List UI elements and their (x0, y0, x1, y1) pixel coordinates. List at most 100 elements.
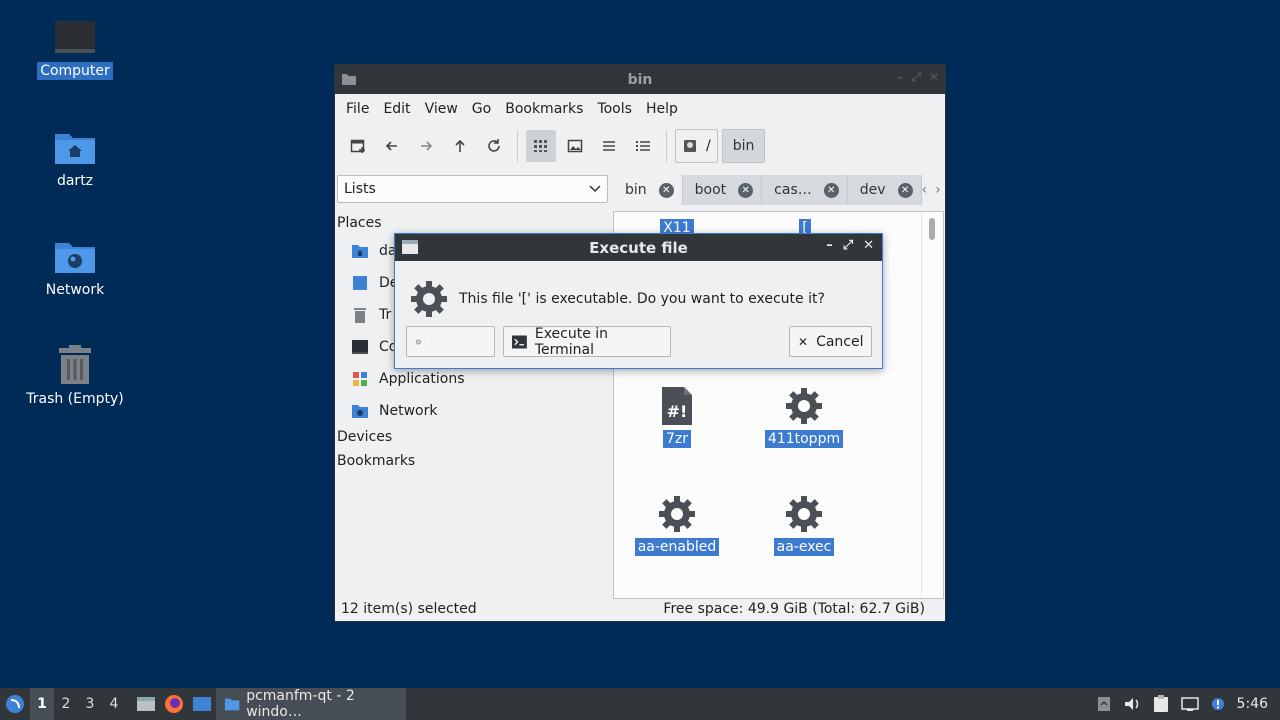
arrow-up-icon (455, 139, 465, 152)
file-view-scrollbar[interactable] (921, 212, 943, 598)
workspace-2[interactable]: 2 (54, 688, 78, 720)
icon-view-button[interactable] (526, 130, 556, 162)
file-item[interactable]: 411toppm (749, 386, 859, 448)
task-label: pcmanfm-qt - 2 windo… (246, 688, 355, 720)
back-button[interactable] (377, 130, 407, 162)
menu-file[interactable]: File (339, 101, 376, 117)
gear-icon (786, 388, 822, 424)
file-label: aa-exec (773, 538, 835, 556)
sidebar-mode-select[interactable]: Lists (337, 175, 608, 203)
start-menu-button[interactable] (0, 688, 30, 720)
execute-button[interactable]: Execute (406, 326, 495, 357)
workspace-1[interactable]: 1 (30, 688, 54, 720)
trash-icon (354, 308, 366, 323)
window-titlebar[interactable]: bin – ⤢ ✕ (335, 65, 945, 94)
network-status-icon[interactable] (1180, 696, 1199, 712)
compact-view-button[interactable] (594, 130, 624, 162)
lxqt-logo-icon (6, 695, 24, 713)
close-icon[interactable]: ✕ (863, 238, 874, 253)
desktop-icon-label: dartz (56, 173, 94, 189)
arrow-right-icon (421, 141, 433, 151)
list-icon (603, 141, 615, 151)
tab-close-icon[interactable]: ✕ (823, 182, 839, 198)
reload-icon (488, 139, 500, 152)
menu-view[interactable]: View (418, 101, 465, 117)
desktop-icon-computer[interactable]: Computer (20, 18, 130, 80)
image-icon (567, 139, 583, 153)
menu-tools[interactable]: Tools (590, 101, 639, 117)
show-desktop-icon[interactable] (192, 695, 212, 713)
dialog-titlebar[interactable]: Execute file – ⤢ ✕ (395, 234, 882, 261)
sidebar-item-network[interactable]: Network (337, 395, 608, 427)
tab-close-icon[interactable]: ✕ (738, 182, 754, 198)
cancel-button[interactable]: ✕ Cancel (789, 326, 872, 357)
minimize-icon[interactable]: – (897, 70, 903, 85)
gear-icon (659, 496, 695, 532)
tab-scroll-right-icon[interactable]: › (935, 182, 941, 198)
maximize-icon[interactable]: ⤢ (911, 70, 921, 85)
detailed-view-button[interactable] (628, 130, 658, 162)
trash-icon (59, 345, 91, 384)
file-label: aa-enabled (634, 538, 720, 556)
menu-help[interactable]: Help (639, 101, 685, 117)
desktop-icon-network[interactable]: Network (20, 237, 130, 299)
tab-bin[interactable]: bin ✕ (613, 175, 683, 205)
file-item[interactable]: #! 7zr (622, 386, 732, 448)
scrollbar-thumb[interactable] (929, 218, 935, 240)
sidebar-mode-value: Lists (344, 181, 376, 197)
menu-go[interactable]: Go (465, 101, 498, 117)
clock[interactable]: 5:46 (1237, 696, 1268, 712)
tab-dev[interactable]: dev ✕ (847, 175, 922, 205)
computer-icon (55, 21, 95, 53)
desktop-icon-label: Trash (Empty) (26, 391, 124, 407)
tab-bar: bin ✕ boot ✕ cas… ✕ dev ✕ ‹ › (613, 173, 943, 205)
notification-icon[interactable] (1211, 697, 1225, 711)
minimize-icon[interactable]: – (826, 238, 833, 253)
clipboard-icon[interactable] (1153, 695, 1169, 713)
forward-button[interactable] (411, 130, 441, 162)
desktop-icon-trash[interactable]: Trash (Empty) (20, 344, 130, 408)
terminal-icon (512, 334, 527, 349)
taskbar-task-pcmanfm[interactable]: pcmanfm-qt - 2 windo… (216, 688, 406, 720)
window-icon (402, 240, 418, 254)
new-tab-button[interactable] (343, 130, 373, 162)
close-icon[interactable]: ✕ (929, 70, 939, 85)
path-root-button[interactable]: / (675, 129, 718, 163)
file-item[interactable]: aa-enabled (622, 494, 732, 556)
menubar: File Edit View Go Bookmarks Tools Help (335, 94, 945, 124)
desktop-icon-dartz[interactable]: dartz (20, 128, 130, 190)
menu-edit[interactable]: Edit (376, 101, 417, 117)
path-current-button[interactable]: bin (721, 129, 766, 163)
tab-close-icon[interactable]: ✕ (897, 182, 913, 198)
menu-bookmarks[interactable]: Bookmarks (498, 101, 590, 117)
firefox-icon[interactable] (164, 694, 184, 714)
folder-icon (342, 74, 356, 85)
workspace-4[interactable]: 4 (102, 688, 126, 720)
script-file-icon: #! (662, 387, 692, 425)
devices-header[interactable]: Devices (337, 425, 608, 449)
sidebar-item-label: Applications (379, 371, 465, 387)
maximize-icon[interactable]: ⤢ (843, 238, 853, 253)
tab-scroll-left-icon[interactable]: ‹ (922, 182, 928, 198)
computer-icon (352, 340, 368, 354)
cancel-button-label: Cancel (816, 333, 864, 350)
gear-icon (411, 281, 447, 317)
volume-icon[interactable] (1123, 696, 1141, 712)
tab-boot[interactable]: boot ✕ (682, 175, 763, 205)
bookmarks-header[interactable]: Bookmarks (337, 449, 608, 473)
up-button[interactable] (445, 130, 475, 162)
tab-cas[interactable]: cas… ✕ (762, 175, 848, 205)
places-header[interactable]: Places (337, 211, 608, 235)
desktop-icon-label: Computer (37, 62, 113, 80)
toolbar: / bin (335, 124, 945, 168)
execute-in-terminal-button[interactable]: Execute in Terminal (503, 326, 671, 358)
reload-button[interactable] (479, 130, 509, 162)
thumbnail-view-button[interactable] (560, 130, 590, 162)
workspace-3[interactable]: 3 (78, 688, 102, 720)
arrow-left-icon (385, 141, 397, 151)
file-item[interactable]: aa-exec (749, 494, 859, 556)
status-free-space: Free space: 49.9 GiB (Total: 62.7 GiB) (663, 601, 925, 617)
file-manager-launcher-icon[interactable] (136, 695, 156, 713)
tab-close-icon[interactable]: ✕ (658, 182, 674, 198)
tray-arrow-icon[interactable] (1097, 696, 1111, 712)
